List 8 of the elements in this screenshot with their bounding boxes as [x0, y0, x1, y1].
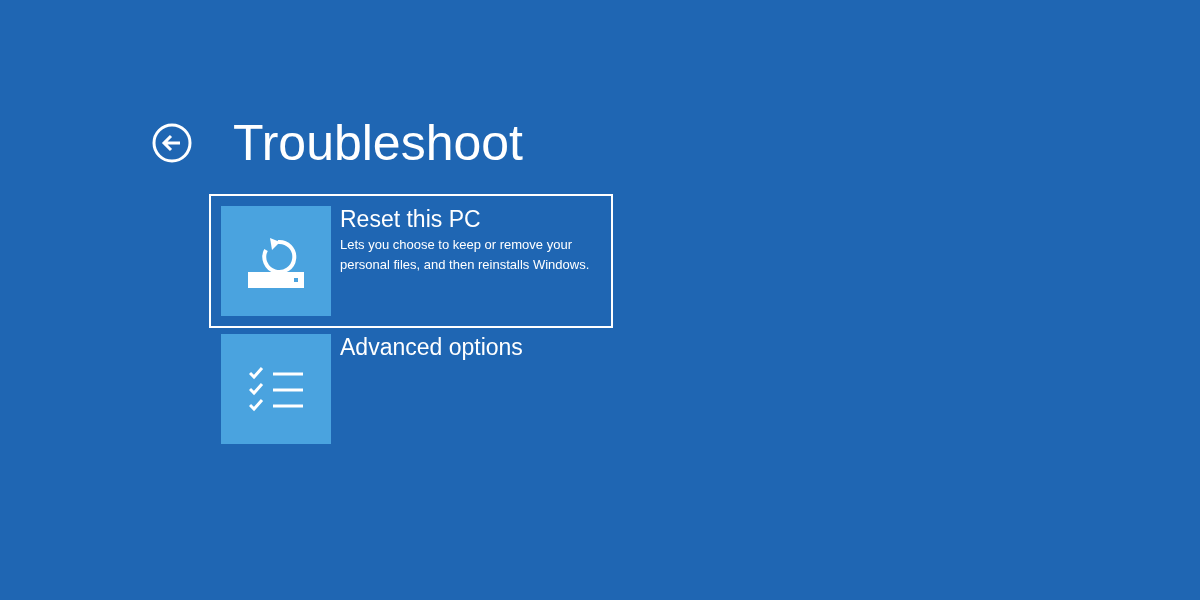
option-title: Reset this PC: [340, 207, 482, 231]
option-item[interactable]: Reset this PC Lets you choose to keep or remove your personal files, and then reinstalls Windows.: [209, 194, 613, 328]
option-description: Lets you choose to keep or remove your personal files, and then reinstalls Windows.: [340, 236, 591, 274]
checklist-icon: [249, 366, 303, 412]
back-button[interactable]: [152, 123, 192, 163]
page-title: Troubleshoot: [233, 118, 523, 168]
back-icon: [152, 123, 192, 163]
option-title: Advanced options: [340, 335, 523, 359]
